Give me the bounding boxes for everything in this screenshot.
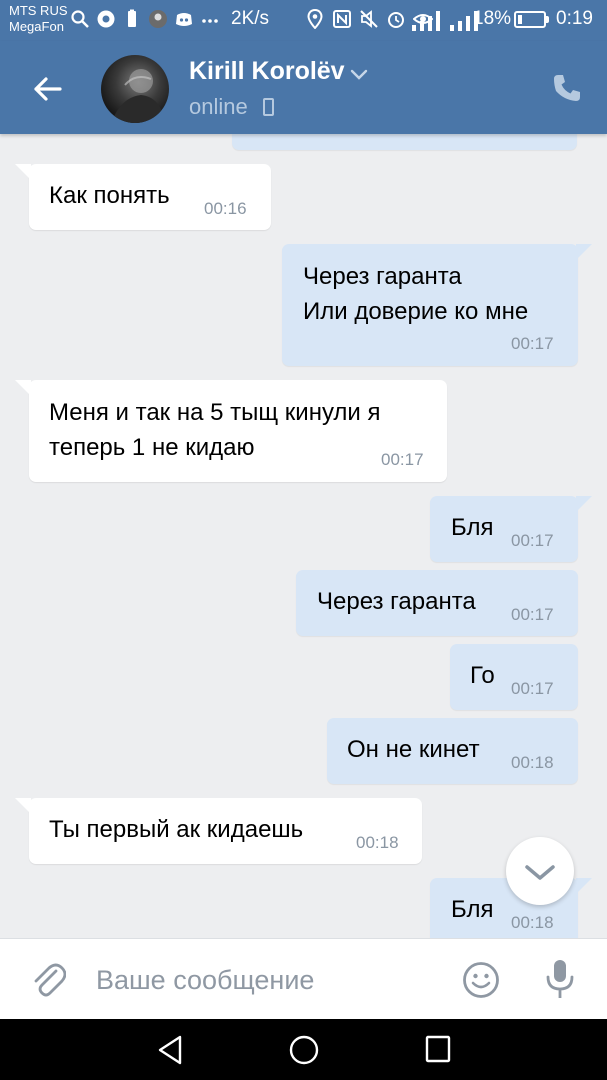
- search-icon: [71, 10, 89, 28]
- more-icon: [202, 19, 218, 23]
- message-time: 00:17: [381, 450, 424, 469]
- presence-status: online: [189, 94, 248, 119]
- carrier-line1: MTS RUS: [9, 3, 68, 18]
- carrier-line2: MegaFon: [9, 19, 64, 34]
- emoji-icon[interactable]: [462, 961, 500, 999]
- chat-header: Kirill Korolëv online: [0, 41, 607, 134]
- message-time: 00:17: [511, 531, 554, 550]
- message-bubble-partial: [232, 134, 577, 150]
- message-text: Го: [470, 662, 495, 689]
- message-input[interactable]: Ваше сообщение: [96, 965, 314, 996]
- message-time: 00:18: [511, 753, 554, 772]
- nav-recent-apps-icon[interactable]: [425, 1035, 451, 1063]
- contact-name[interactable]: Kirill Korolëv: [189, 57, 345, 86]
- phone-call-icon[interactable]: [551, 72, 583, 104]
- message-outgoing[interactable]: Через гаранта 00:17: [296, 570, 578, 636]
- message-time: 00:18: [356, 833, 399, 852]
- paperclip-icon[interactable]: [30, 959, 66, 999]
- message-text: Меня и так на 5 тыщ кинули я теперь 1 не…: [49, 399, 381, 461]
- chevron-down-icon: [525, 865, 555, 880]
- message-text: Ты первый ак кидаешь: [49, 816, 304, 843]
- message-incoming[interactable]: Ты первый ак кидаешь 00:18: [15, 798, 422, 864]
- phone-battery-icon: [128, 9, 136, 27]
- nav-back-icon[interactable]: [155, 1034, 185, 1066]
- nfc-icon: [333, 10, 351, 28]
- message-time: 00:17: [511, 605, 554, 624]
- avatar-photo: [111, 69, 165, 123]
- notification-icons: [70, 9, 220, 29]
- message-incoming[interactable]: Как понять 00:16: [15, 164, 271, 230]
- battery-percent: 18%: [473, 8, 512, 29]
- microphone-icon[interactable]: [542, 958, 578, 1000]
- message-text: Как понять: [49, 182, 170, 209]
- message-text: Через гаранта: [317, 588, 476, 615]
- nav-home-icon[interactable]: [288, 1034, 320, 1066]
- mute-icon: [360, 10, 378, 28]
- composer-bar: Ваше сообщение: [0, 938, 607, 1019]
- discord-icon: [176, 13, 192, 26]
- contact-avatar[interactable]: [101, 55, 169, 123]
- message-list[interactable]: Как понять 00:16 Через гаранта Или довер…: [0, 134, 607, 938]
- message-time: 00:16: [204, 199, 247, 218]
- system-navigation-bar: [0, 1019, 607, 1080]
- message-time: 00:17: [511, 679, 554, 698]
- message-outgoing[interactable]: Го 00:17: [450, 644, 578, 710]
- battery-icon: [514, 11, 546, 28]
- battery-level-fill: [518, 15, 522, 24]
- message-outgoing[interactable]: Он не кинет 00:18: [327, 718, 578, 784]
- message-outgoing[interactable]: Бля 00:17: [430, 496, 592, 562]
- back-arrow-icon[interactable]: [28, 69, 68, 109]
- status-time: 0:19: [556, 8, 593, 29]
- carrier-label: MTS RUS MegaFon: [9, 3, 68, 35]
- alarm-icon: [388, 12, 404, 28]
- message-time: 00:18: [511, 913, 554, 932]
- message-text: Бля: [451, 514, 494, 541]
- message-incoming[interactable]: Меня и так на 5 тыщ кинули я теперь 1 не…: [15, 380, 447, 482]
- status-bar: MTS RUS MegaFon 2K/s 18% 0:19: [0, 0, 607, 41]
- location-icon: [307, 9, 323, 29]
- signal-strength-icon: [412, 9, 478, 31]
- message-text: Через гаранта Или доверие ко мне: [303, 263, 529, 325]
- message-time: 00:17: [511, 334, 554, 353]
- chevron-down-icon[interactable]: [350, 69, 368, 81]
- message-text: Он не кинет: [347, 736, 480, 763]
- avatar-notification-icon: [149, 10, 167, 28]
- mobile-device-icon: [263, 98, 274, 116]
- message-text: Бля: [451, 896, 494, 923]
- chrome-icon: [97, 10, 115, 28]
- network-speed: 2K/s: [231, 8, 270, 29]
- battery-tip: [546, 16, 549, 23]
- scroll-to-bottom-button[interactable]: [506, 837, 574, 905]
- message-outgoing[interactable]: Через гаранта Или доверие ко мне 00:17: [282, 244, 592, 366]
